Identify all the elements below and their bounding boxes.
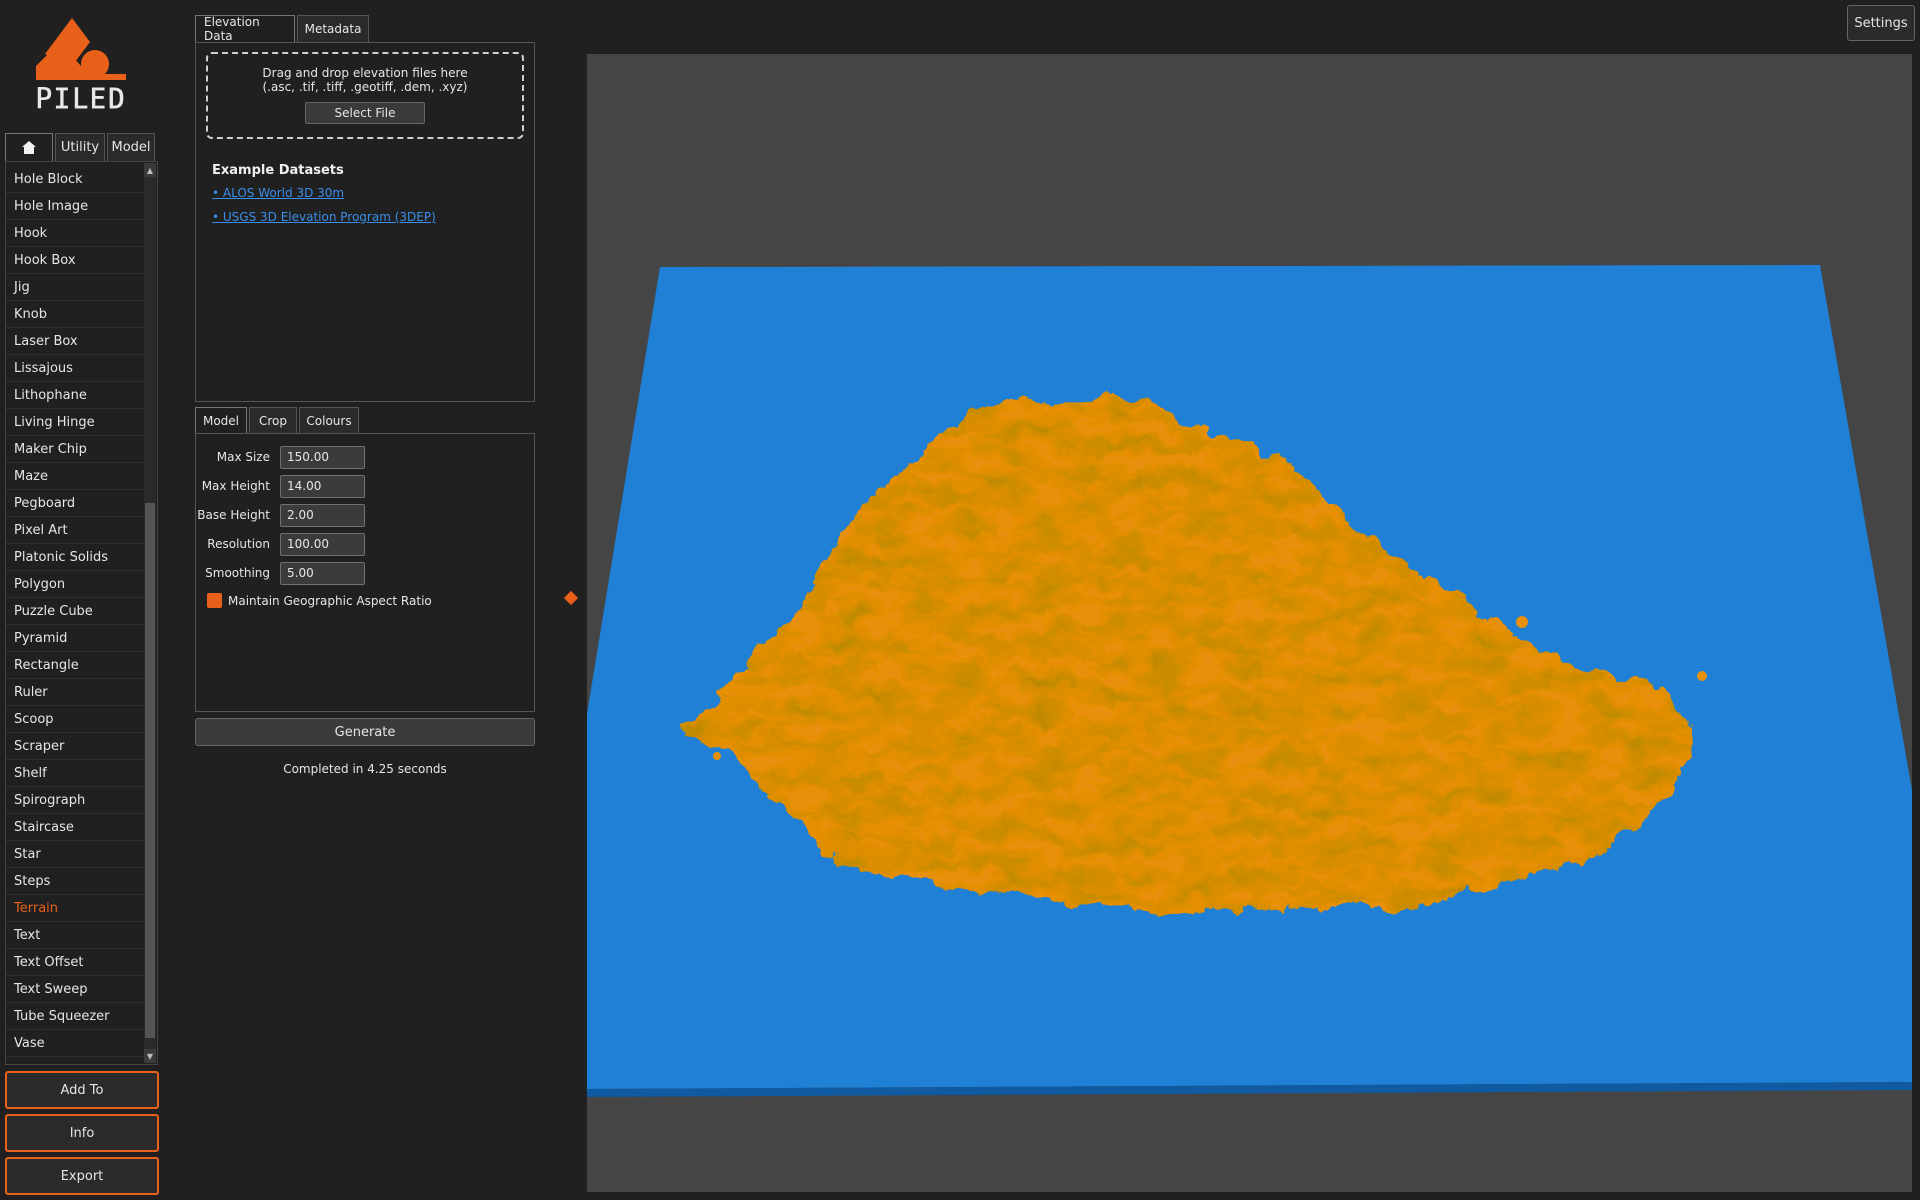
tab-crop[interactable]: Crop — [249, 407, 297, 433]
home-icon — [22, 141, 36, 154]
aspect-ratio-option[interactable]: Maintain Geographic Aspect Ratio — [207, 593, 432, 608]
list-item-tube-squeezer[interactable]: Tube Squeezer — [6, 1003, 146, 1030]
aspect-ratio-checkbox[interactable] — [207, 593, 222, 608]
3d-viewport[interactable] — [587, 54, 1912, 1192]
list-item-shelf[interactable]: Shelf — [6, 760, 146, 787]
list-item-lissajous[interactable]: Lissajous — [6, 355, 146, 382]
logo-text: PILED — [35, 82, 125, 117]
data-tab-bar: Elevation Data Metadata — [195, 15, 371, 43]
resolution-input[interactable] — [280, 532, 365, 556]
list-item-spirograph[interactable]: Spirograph — [6, 787, 146, 814]
max-height-label: Max Height — [201, 479, 270, 493]
list-item-maker-chip[interactable]: Maker Chip — [6, 436, 146, 463]
terrain-render — [587, 265, 1912, 1097]
list-item-living-hinge[interactable]: Living Hinge — [6, 409, 146, 436]
list-item-hook-box[interactable]: Hook Box — [6, 247, 146, 274]
list-item-hole-image[interactable]: Hole Image — [6, 193, 146, 220]
list-item-hook[interactable]: Hook — [6, 220, 146, 247]
list-item-pyramid[interactable]: Pyramid — [6, 625, 146, 652]
smoothing-input[interactable] — [280, 561, 365, 585]
tab-home[interactable] — [5, 133, 53, 161]
logo-graphic: PILED — [34, 18, 126, 118]
list-item-rectangle[interactable]: Rectangle — [6, 652, 146, 679]
export-button[interactable]: Export — [5, 1157, 159, 1195]
base-height-row: Base Height — [196, 503, 526, 527]
list-item-knob[interactable]: Knob — [6, 301, 146, 328]
list-item-maze[interactable]: Maze — [6, 463, 146, 490]
model-settings-panel: Max Size Max Height Base Height Resoluti… — [195, 433, 535, 712]
list-item-text-offset[interactable]: Text Offset — [6, 949, 146, 976]
tab-utility[interactable]: Utility — [55, 133, 105, 161]
max-size-label: Max Size — [216, 450, 270, 464]
islet — [1697, 671, 1707, 681]
base-height-input[interactable] — [280, 503, 365, 527]
settings-tab-bar: Model Crop Colours — [195, 407, 361, 433]
list-item-pegboard[interactable]: Pegboard — [6, 490, 146, 517]
list-item-pixel-art[interactable]: Pixel Art — [6, 517, 146, 544]
settings-button[interactable]: Settings — [1847, 5, 1915, 41]
model-type-list[interactable]: Hole Block Hole Image Hook Hook Box Jig Knob L… — [5, 161, 158, 1065]
info-button[interactable]: Info — [5, 1114, 159, 1152]
resolution-row: Resolution — [196, 532, 526, 556]
list-item-ruler[interactable]: Ruler — [6, 679, 146, 706]
file-dropzone[interactable]: Drag and drop elevation files here (.asc… — [206, 52, 524, 139]
list-item-text-sweep[interactable]: Text Sweep — [6, 976, 146, 1003]
list-item-lithophane[interactable]: Lithophane — [6, 382, 146, 409]
max-size-row: Max Size — [196, 445, 526, 469]
scroll-up-arrow-icon[interactable]: ▲ — [144, 163, 156, 177]
aspect-ratio-label: Maintain Geographic Aspect Ratio — [228, 593, 432, 608]
islet — [1516, 616, 1528, 628]
resolution-label: Resolution — [207, 537, 270, 551]
model-type-list-items: Hole Block Hole Image Hook Hook Box Jig Knob L… — [6, 166, 146, 1057]
list-item-laser-box[interactable]: Laser Box — [6, 328, 146, 355]
list-item-steps[interactable]: Steps — [6, 868, 146, 895]
list-item-scoop[interactable]: Scoop — [6, 706, 146, 733]
tab-model[interactable]: Model — [107, 133, 155, 161]
splitter-handle-icon[interactable] — [563, 590, 579, 606]
tab-colours[interactable]: Colours — [299, 407, 359, 433]
max-height-input[interactable] — [280, 474, 365, 498]
list-item-hole-block[interactable]: Hole Block — [6, 166, 146, 193]
tab-metadata[interactable]: Metadata — [297, 15, 369, 42]
link-usgs-3dep[interactable]: • USGS 3D Elevation Program (3DEP) — [212, 210, 436, 224]
list-scrollbar[interactable]: ▲ ▼ — [144, 163, 156, 1063]
smoothing-row: Smoothing — [196, 561, 526, 585]
list-item-jig[interactable]: Jig — [6, 274, 146, 301]
status-text: Completed in 4.25 seconds — [283, 762, 447, 776]
max-height-row: Max Height — [196, 474, 526, 498]
left-tab-bar: Utility Model — [5, 133, 157, 161]
link-alos-world-3d[interactable]: • ALOS World 3D 30m — [212, 186, 344, 200]
tab-elevation-data[interactable]: Elevation Data — [195, 15, 295, 43]
list-item-staircase[interactable]: Staircase — [6, 814, 146, 841]
list-item-polygon[interactable]: Polygon — [6, 571, 146, 598]
elevation-data-panel: Drag and drop elevation files here (.asc… — [195, 42, 535, 402]
generate-button[interactable]: Generate — [195, 718, 535, 746]
max-size-input[interactable] — [280, 445, 365, 469]
dropzone-instruction: Drag and drop elevation files here — [262, 66, 468, 80]
list-item-scraper[interactable]: Scraper — [6, 733, 146, 760]
islet — [713, 752, 721, 760]
list-item-star[interactable]: Star — [6, 841, 146, 868]
list-item-puzzle-cube[interactable]: Puzzle Cube — [6, 598, 146, 625]
smoothing-label: Smoothing — [205, 566, 270, 580]
piled-logo: PILED — [30, 14, 134, 120]
list-item-text[interactable]: Text — [6, 922, 146, 949]
list-item-platonic-solids[interactable]: Platonic Solids — [6, 544, 146, 571]
dropzone-file-types: (.asc, .tif, .tiff, .geotiff, .dem, .xyz… — [262, 80, 468, 94]
add-to-button[interactable]: Add To — [5, 1071, 159, 1109]
select-file-button[interactable]: Select File — [305, 102, 425, 124]
list-item-vase[interactable]: Vase — [6, 1030, 146, 1057]
example-datasets-heading: Example Datasets — [212, 163, 344, 178]
scroll-thumb[interactable] — [145, 503, 155, 1038]
list-item-terrain[interactable]: Terrain — [6, 895, 146, 922]
scroll-down-arrow-icon[interactable]: ▼ — [144, 1049, 156, 1063]
base-height-label: Base Height — [197, 508, 270, 522]
tab-model-settings[interactable]: Model — [195, 407, 247, 433]
